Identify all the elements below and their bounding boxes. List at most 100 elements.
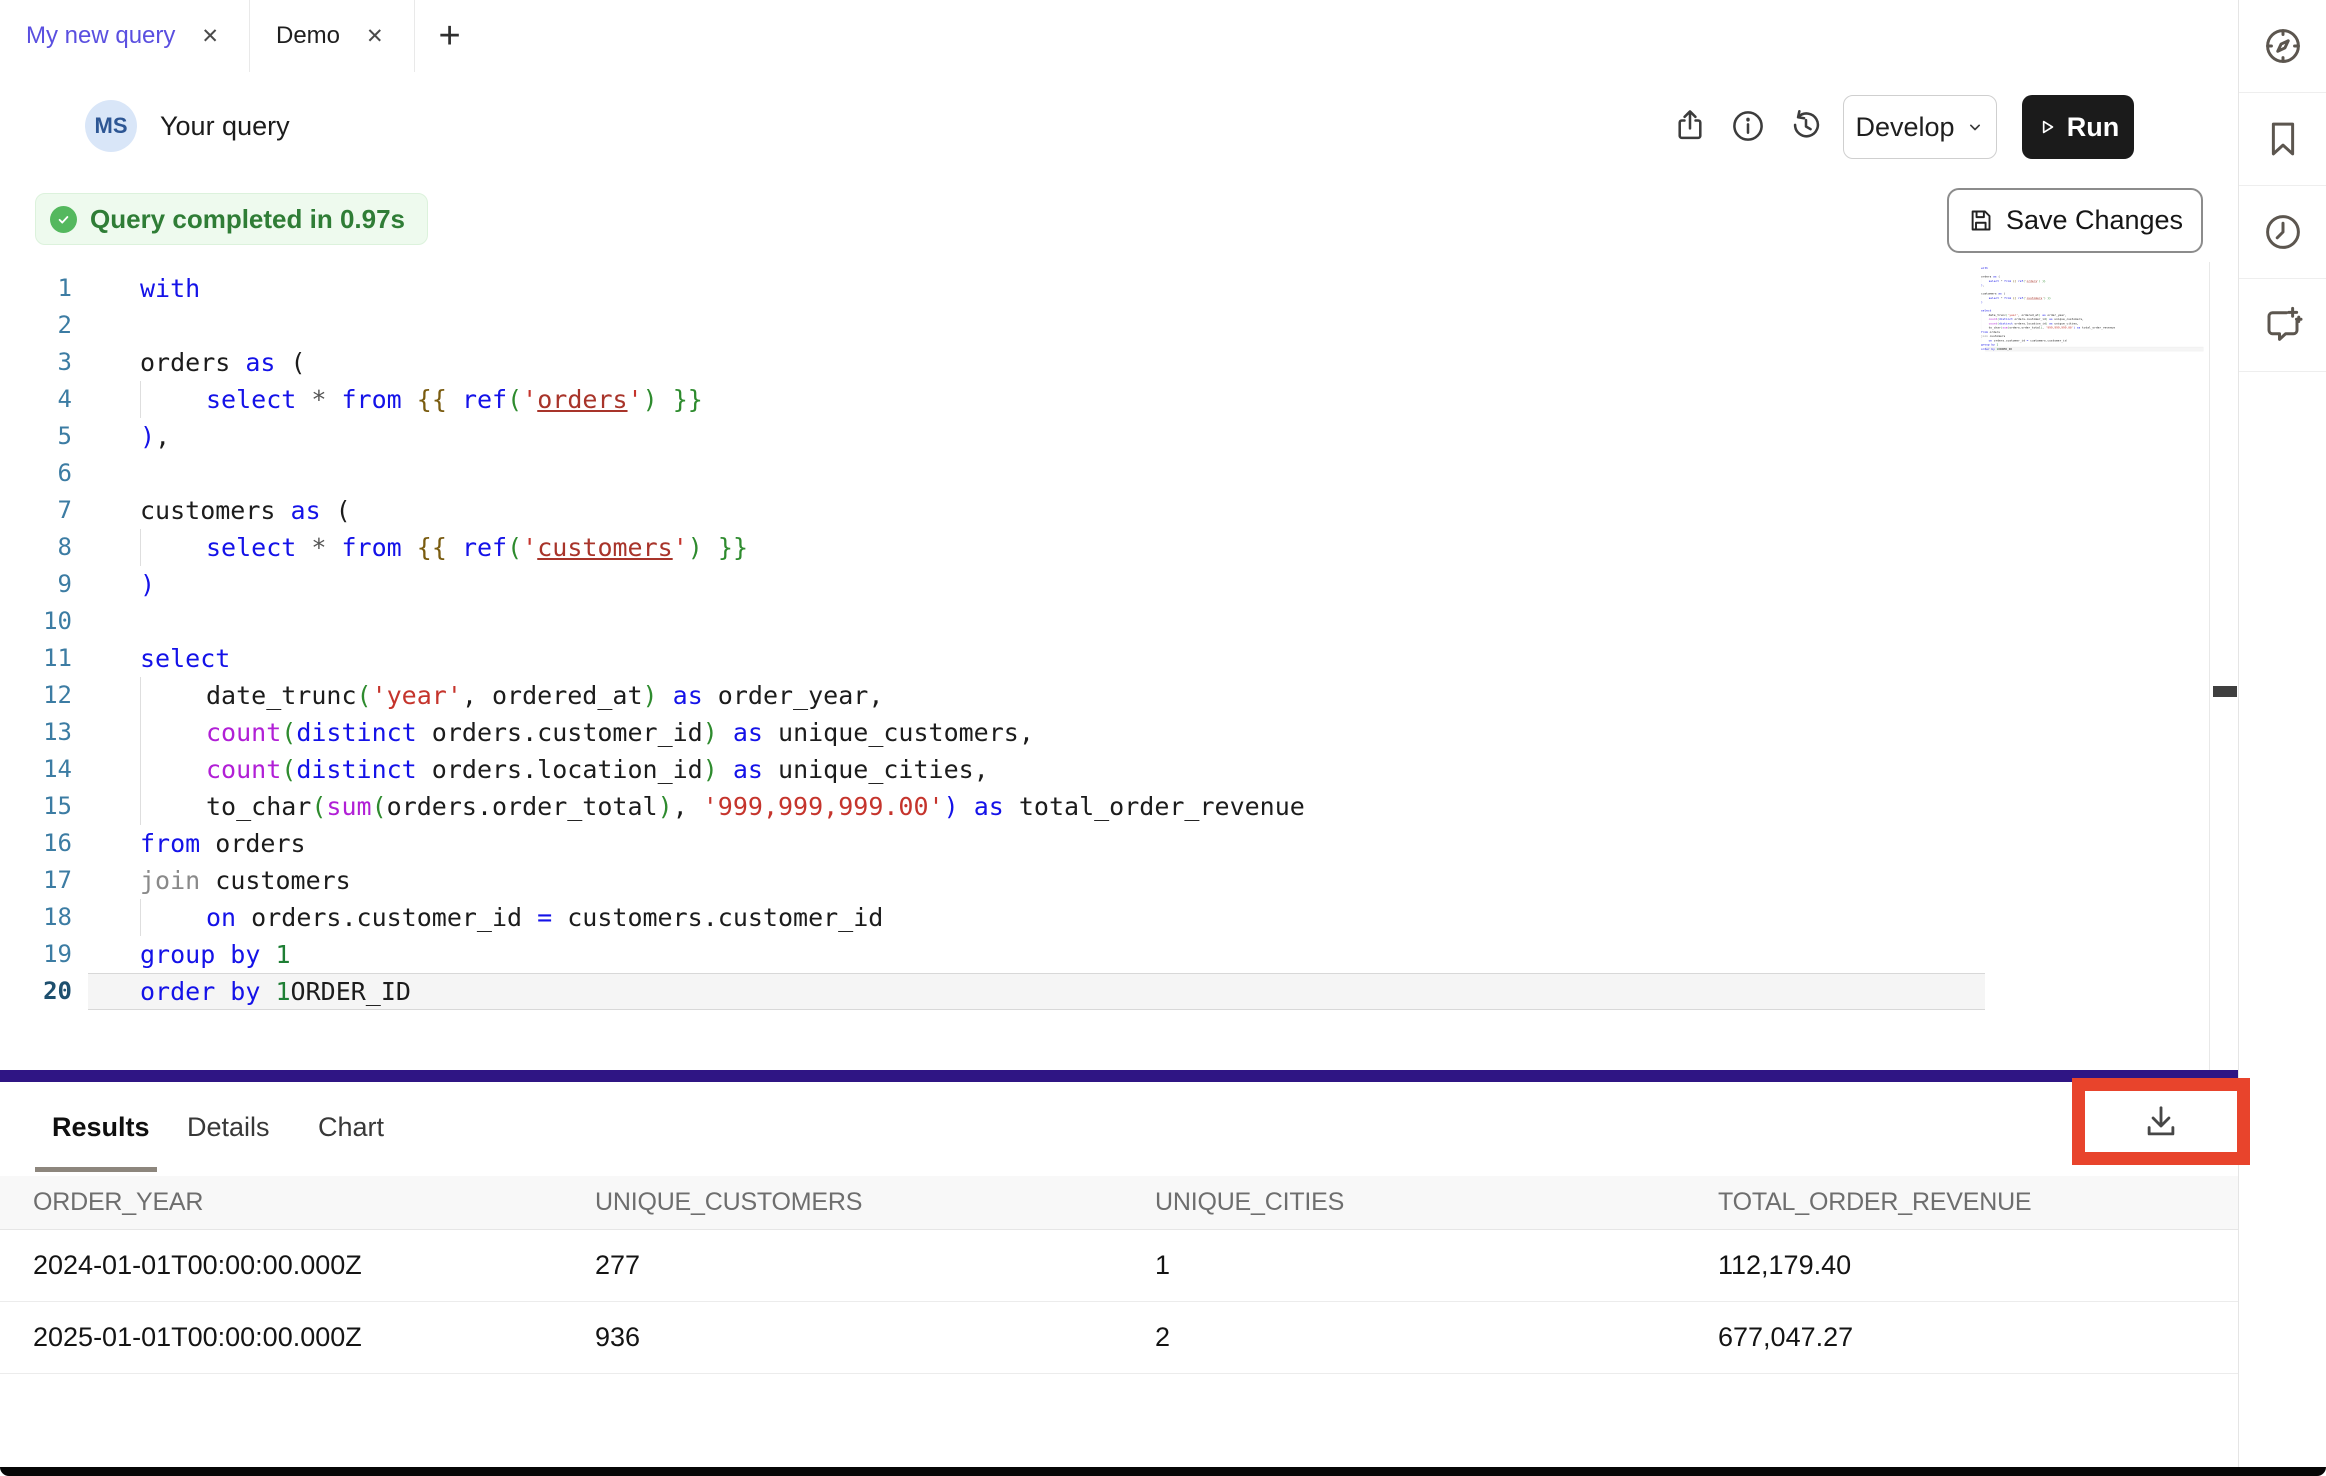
close-tab-icon[interactable]: ✕ bbox=[366, 24, 384, 49]
tab-my-new-query[interactable]: My new query ✕ bbox=[0, 0, 250, 72]
bookmark-icon bbox=[2262, 118, 2304, 160]
check-circle-icon bbox=[50, 206, 77, 233]
line-number: 10 bbox=[0, 603, 88, 640]
line-content: order by 1ORDER_ID bbox=[88, 973, 411, 1010]
line-content bbox=[88, 307, 140, 344]
results-panel: Results Details Chart ORDER_YEARUNIQUE_C… bbox=[0, 1082, 2238, 1467]
table-cell: 2025-01-01T00:00:00.000Z bbox=[33, 1322, 595, 1353]
table-cell: 2024-01-01T00:00:00.000Z bbox=[33, 1250, 595, 1281]
line-content: join customers bbox=[88, 862, 351, 899]
active-tab-indicator bbox=[35, 1167, 157, 1172]
download-annotation-box bbox=[2072, 1078, 2250, 1165]
code-line-19[interactable]: 19group by 1 bbox=[0, 936, 2209, 973]
code-line-3[interactable]: 3orders as ( bbox=[0, 344, 2209, 381]
results-table-header: ORDER_YEARUNIQUE_CUSTOMERSUNIQUE_CITIEST… bbox=[0, 1176, 2238, 1230]
line-content: count(distinct orders.location_id) as un… bbox=[88, 751, 989, 788]
save-label: Save Changes bbox=[2006, 205, 2183, 236]
line-number: 3 bbox=[0, 344, 88, 381]
tab-label: Demo bbox=[276, 22, 340, 50]
table-cell: 277 bbox=[595, 1250, 1155, 1281]
line-number: 18 bbox=[0, 899, 88, 936]
line-number: 17 bbox=[0, 862, 88, 899]
table-cell: 677,047.27 bbox=[1718, 1322, 2238, 1353]
query-status-badge: Query completed in 0.97s bbox=[35, 193, 428, 245]
scrollbar-thumb[interactable] bbox=[2213, 686, 2237, 697]
share-icon[interactable] bbox=[1670, 106, 1710, 146]
minimap[interactable]: 1with23orders as (4select * from {{ ref(… bbox=[1975, 266, 2207, 396]
line-content: select * from {{ ref('orders') }} bbox=[1975, 279, 2046, 283]
code-line-4[interactable]: 4select * from {{ ref('orders') }} bbox=[0, 381, 2209, 418]
code-line-12[interactable]: 12date_trunc('year', ordered_at) as orde… bbox=[0, 677, 2209, 714]
info-icon[interactable] bbox=[1728, 106, 1768, 146]
code-line-10[interactable]: 10 bbox=[0, 603, 2209, 640]
tab-details[interactable]: Details bbox=[187, 1112, 270, 1143]
save-changes-button[interactable]: Save Changes bbox=[1947, 188, 2203, 253]
tab-results[interactable]: Results bbox=[52, 1112, 150, 1143]
line-content: count(distinct orders.customer_id) as un… bbox=[88, 714, 1034, 751]
sidebar-item-history[interactable] bbox=[2239, 186, 2326, 279]
run-button[interactable]: Run bbox=[2022, 95, 2134, 159]
code-line-1[interactable]: 1with bbox=[0, 270, 2209, 307]
code-line-17[interactable]: 17join customers bbox=[0, 862, 2209, 899]
compass-icon bbox=[2262, 25, 2304, 67]
play-icon bbox=[2037, 117, 2057, 137]
code-line-20[interactable]: 20order by 1ORDER_ID bbox=[1975, 347, 2148, 351]
code-line-7[interactable]: 7customers as ( bbox=[0, 492, 2209, 529]
develop-dropdown[interactable]: Develop bbox=[1843, 95, 1997, 159]
history-icon[interactable] bbox=[1786, 106, 1826, 146]
code-line-2[interactable]: 2 bbox=[0, 307, 2209, 344]
sql-editor[interactable]: 1with23orders as (4select * from {{ ref(… bbox=[0, 270, 2209, 1010]
line-number: 14 bbox=[0, 751, 88, 788]
table-cell: 936 bbox=[595, 1322, 1155, 1353]
results-table-body: 2024-01-01T00:00:00.000Z2771112,179.4020… bbox=[0, 1230, 2238, 1374]
code-line-18[interactable]: 18on orders.customer_id = customers.cust… bbox=[0, 899, 2209, 936]
code-line-16[interactable]: 16from orders bbox=[0, 825, 2209, 862]
column-header: UNIQUE_CUSTOMERS bbox=[595, 1188, 1155, 1217]
sidebar-item-ai-assistant[interactable] bbox=[2239, 279, 2326, 372]
line-number: 9 bbox=[0, 566, 88, 603]
line-number: 11 bbox=[0, 640, 88, 677]
code-line-13[interactable]: 13count(distinct orders.customer_id) as … bbox=[0, 714, 2209, 751]
line-content: date_trunc('year', ordered_at) as order_… bbox=[88, 677, 883, 714]
chat-sparkle-icon bbox=[2262, 304, 2304, 346]
close-tab-icon[interactable]: ✕ bbox=[201, 24, 219, 49]
query-header: MS Your query Develop Run bbox=[0, 72, 2238, 181]
table-cell: 2 bbox=[1155, 1322, 1718, 1353]
line-content: to_char(sum(orders.order_total), '999,99… bbox=[88, 788, 1305, 825]
line-content: select * from {{ ref('customers') }} bbox=[1975, 296, 2051, 300]
code-line-9[interactable]: 9) bbox=[0, 566, 2209, 603]
download-icon[interactable] bbox=[2142, 1103, 2180, 1141]
chevron-down-icon bbox=[1965, 117, 1985, 137]
avatar: MS bbox=[85, 100, 137, 152]
editor-region: Query completed in 0.97s Save Changes 1w… bbox=[0, 180, 2238, 1070]
code-line-20[interactable]: 20order by 1ORDER_ID bbox=[0, 973, 2209, 1010]
editor-scrollbar[interactable] bbox=[2209, 262, 2239, 1070]
line-content: on orders.customer_id = customers.custom… bbox=[88, 899, 883, 936]
line-content: ), bbox=[88, 418, 170, 455]
panel-splitter[interactable] bbox=[0, 1070, 2238, 1082]
code-line-6[interactable]: 6 bbox=[0, 455, 2209, 492]
code-line-8[interactable]: 8select * from {{ ref('customers') }} bbox=[0, 529, 2209, 566]
line-content: select * from {{ ref('orders') }} bbox=[88, 381, 703, 418]
new-tab-button[interactable]: + bbox=[415, 0, 485, 72]
line-number: 5 bbox=[0, 418, 88, 455]
code-line-14[interactable]: 14count(distinct orders.location_id) as … bbox=[0, 751, 2209, 788]
sidebar-item-bookmarks[interactable] bbox=[2239, 93, 2326, 186]
code-line-11[interactable]: 11select bbox=[0, 640, 2209, 677]
line-number: 8 bbox=[0, 529, 88, 566]
tab-demo[interactable]: Demo ✕ bbox=[250, 0, 415, 72]
column-header: ORDER_YEAR bbox=[33, 1188, 595, 1217]
line-content: group by 1 bbox=[88, 936, 291, 973]
table-row: 2024-01-01T00:00:00.000Z2771112,179.40 bbox=[0, 1230, 2238, 1302]
code-line-15[interactable]: 15to_char(sum(orders.order_total), '999,… bbox=[0, 788, 2209, 825]
line-number: 19 bbox=[0, 936, 88, 973]
line-content bbox=[88, 455, 140, 492]
code-line-5[interactable]: 5), bbox=[0, 418, 2209, 455]
minimap-content: 1with23orders as (4select * from {{ ref(… bbox=[1975, 266, 2148, 351]
line-content: ) bbox=[88, 566, 155, 603]
save-icon bbox=[1967, 207, 1994, 234]
tab-chart[interactable]: Chart bbox=[318, 1112, 384, 1143]
sidebar-item-explore[interactable] bbox=[2239, 0, 2326, 93]
line-number: 1 bbox=[0, 270, 88, 307]
line-number: 13 bbox=[0, 714, 88, 751]
